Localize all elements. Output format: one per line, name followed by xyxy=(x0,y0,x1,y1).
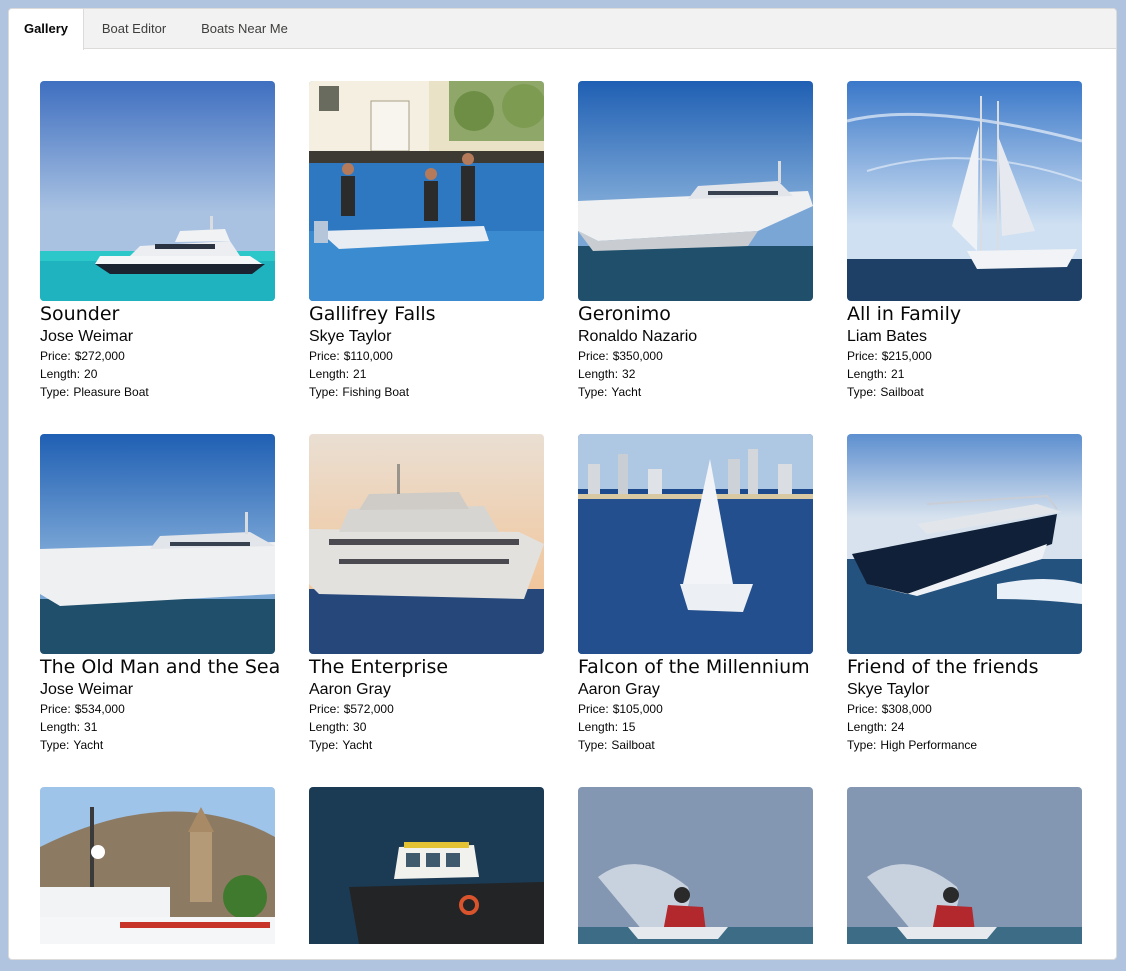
boat-owner: Skye Taylor xyxy=(847,681,930,698)
boat-price: Price: $308,000 xyxy=(847,702,932,716)
boat-owner: Aaron Gray xyxy=(309,681,391,698)
boat-tile[interactable]: The Enterprise Aaron Gray Price: $572,000… xyxy=(309,434,544,754)
boat-grid: Sounder Jose Weimar Price: $272,000 Lengt… xyxy=(40,81,1090,953)
boat-owner: Aaron Gray xyxy=(578,681,660,698)
boat-length: Length: 20 xyxy=(40,367,98,381)
boat-type: Type: Yacht xyxy=(309,738,373,752)
boat-name: Geronimo xyxy=(578,303,671,325)
boat-type: Type: Pleasure Boat xyxy=(40,385,149,399)
boat-length: Length: 21 xyxy=(847,367,905,381)
boat-price: Price: $350,000 xyxy=(578,349,663,363)
boat-type: Type: Yacht xyxy=(40,738,104,752)
boat-type: Type: Yacht xyxy=(578,385,642,399)
boat-tile[interactable]: Falcon of the Millennium Aaron Gray Pric… xyxy=(578,434,813,754)
boat-photo[interactable] xyxy=(309,434,544,654)
tab-boats-near-me[interactable]: Boats Near Me xyxy=(184,9,305,49)
boat-tile[interactable]: Sounder Jose Weimar Price: $272,000 Lengt… xyxy=(40,81,275,401)
boat-tile[interactable]: Friend of the friends Skye Taylor Price:… xyxy=(847,434,1082,754)
boat-tile[interactable]: All in Family Liam Bates Price: $215,000 … xyxy=(847,81,1082,401)
boat-owner: Ronaldo Nazario xyxy=(578,328,698,345)
boat-name: All in Family xyxy=(847,303,962,325)
tab-boat-editor[interactable]: Boat Editor xyxy=(84,9,184,49)
boat-length: Length: 31 xyxy=(40,720,98,734)
boat-tile[interactable] xyxy=(309,787,544,944)
boat-owner: Skye Taylor xyxy=(309,328,392,345)
boat-name: Sounder xyxy=(40,303,120,325)
boat-tile[interactable] xyxy=(578,787,813,944)
boat-owner: Jose Weimar xyxy=(40,681,134,698)
boat-gallery-card: Gallery Boat Editor Boats Near Me Sounde… xyxy=(8,8,1117,960)
boat-photo[interactable] xyxy=(40,787,275,944)
boat-price: Price: $534,000 xyxy=(40,702,125,716)
boat-type: Type: Sailboat xyxy=(578,738,655,752)
boat-photo[interactable] xyxy=(578,81,813,301)
tab-gallery[interactable]: Gallery xyxy=(9,9,84,50)
boat-photo[interactable] xyxy=(847,787,1082,944)
boat-length: Length: 15 xyxy=(578,720,636,734)
boat-owner: Liam Bates xyxy=(847,328,928,345)
boat-price: Price: $272,000 xyxy=(40,349,125,363)
boat-photo[interactable] xyxy=(40,81,275,301)
boat-photo[interactable] xyxy=(40,434,275,654)
boat-length: Length: 21 xyxy=(309,367,367,381)
boat-price: Price: $572,000 xyxy=(309,702,394,716)
boat-tile[interactable] xyxy=(40,787,275,944)
boat-name: The Old Man and the Sea xyxy=(40,656,281,678)
boat-photo[interactable] xyxy=(309,81,544,301)
boat-photo[interactable] xyxy=(847,81,1082,301)
boat-price: Price: $105,000 xyxy=(578,702,663,716)
boat-photo[interactable] xyxy=(309,787,544,944)
boat-owner: Jose Weimar xyxy=(40,328,134,345)
boat-name: Falcon of the Millennium xyxy=(578,656,810,678)
tab-bar: Gallery Boat Editor Boats Near Me xyxy=(9,9,1116,50)
boat-photo[interactable] xyxy=(578,434,813,654)
boat-type: Type: High Performance xyxy=(847,738,978,752)
boat-name: Gallifrey Falls xyxy=(309,303,436,325)
boat-price: Price: $215,000 xyxy=(847,349,932,363)
boat-type: Type: Sailboat xyxy=(847,385,924,399)
boat-tile[interactable]: The Old Man and the Sea Jose Weimar Pric… xyxy=(40,434,281,754)
boat-length: Length: 24 xyxy=(847,720,905,734)
boat-length: Length: 30 xyxy=(309,720,367,734)
boat-tile[interactable]: Gallifrey Falls Skye Taylor Price: $110,0… xyxy=(309,81,544,401)
boat-tile[interactable] xyxy=(847,787,1082,944)
boat-price: Price: $110,000 xyxy=(309,349,393,363)
boat-photo[interactable] xyxy=(847,434,1082,654)
boat-name: Friend of the friends xyxy=(847,656,1039,678)
boat-tile[interactable]: Geronimo Ronaldo Nazario Price: $350,000 … xyxy=(578,81,813,401)
boat-length: Length: 32 xyxy=(578,367,636,381)
boat-name: The Enterprise xyxy=(309,656,449,678)
boat-photo[interactable] xyxy=(578,787,813,944)
boat-type: Type: Fishing Boat xyxy=(309,385,410,399)
